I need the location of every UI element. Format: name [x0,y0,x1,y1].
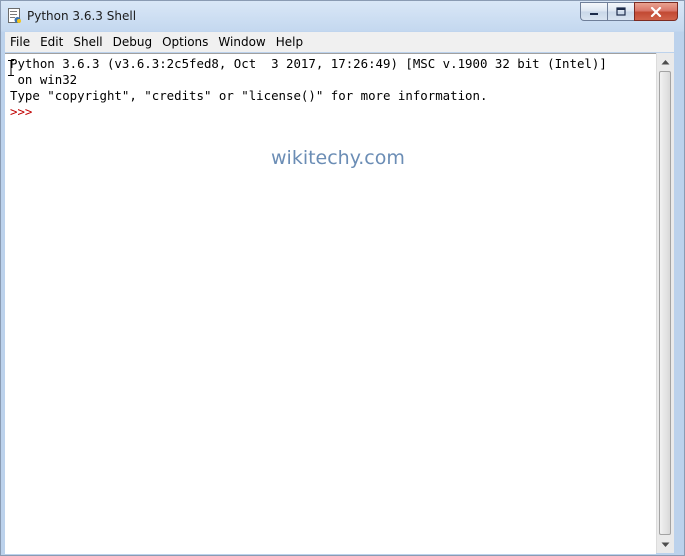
menu-help[interactable]: Help [271,32,308,52]
minimize-button[interactable] [580,2,607,21]
maximize-button[interactable] [607,2,634,21]
window-title: Python 3.6.3 Shell [27,9,137,23]
menu-debug[interactable]: Debug [108,32,157,52]
menu-edit[interactable]: Edit [35,32,68,52]
close-icon [650,6,662,17]
menu-shell[interactable]: Shell [68,32,107,52]
minimize-icon [590,12,598,15]
window-frame-right [674,32,684,555]
menu-file[interactable]: File [5,32,35,52]
shell-output[interactable]: Python 3.6.3 (v3.6.3:2c5fed8, Oct 3 2017… [10,56,607,120]
shell-text-area[interactable]: Python 3.6.3 (v3.6.3:2c5fed8, Oct 3 2017… [5,53,656,554]
arrow-up-icon [661,59,670,64]
close-button[interactable] [634,2,678,21]
idle-shell-window: Python 3.6.3 Shell File Edit Shell Debug… [0,0,685,556]
caption-buttons [580,2,678,22]
scroll-down-button[interactable] [657,536,674,553]
vertical-scrollbar[interactable] [656,53,674,553]
menu-window[interactable]: Window [213,32,270,52]
menu-options[interactable]: Options [157,32,213,52]
menu-bar: File Edit Shell Debug Options Window Hel… [5,32,674,52]
watermark-text: wikitechy.com [271,147,405,169]
python-idle-icon [8,8,21,23]
shell-line-info: Type "copyright", "credits" or "license(… [10,88,488,103]
scroll-thumb[interactable] [659,71,671,535]
text-cursor-icon [8,60,14,76]
scroll-up-button[interactable] [657,53,674,70]
title-bar[interactable]: Python 3.6.3 Shell [1,1,684,32]
maximize-icon [616,7,626,16]
arrow-down-icon [661,542,670,547]
shell-line-banner: Python 3.6.3 (v3.6.3:2c5fed8, Oct 3 2017… [10,56,607,71]
shell-prompt: >>> [10,104,33,119]
shell-line-platform: on win32 [10,72,78,87]
